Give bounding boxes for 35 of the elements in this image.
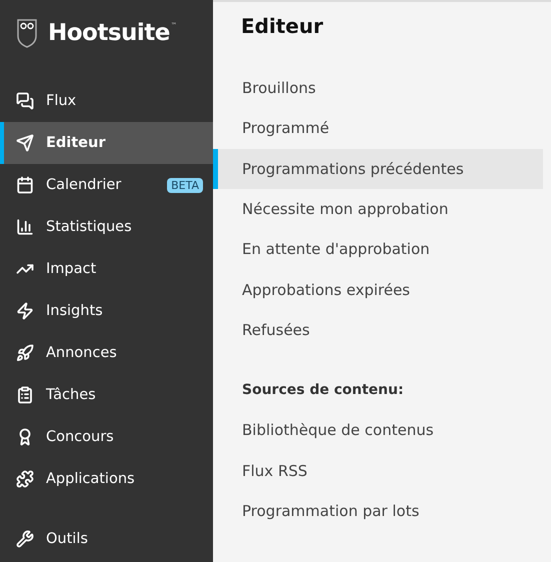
sidebar-item[interactable]: Statistiques (0, 206, 213, 248)
menu-link[interactable]: En attente d'approbation (213, 229, 543, 270)
menu-link[interactable]: Nécessite mon approbation (213, 188, 543, 230)
paper-plane-icon (16, 134, 34, 152)
menu-link[interactable]: Refusées (213, 310, 543, 350)
panel-title: Editeur (241, 14, 324, 38)
clipboard-icon (16, 386, 34, 404)
sidebar-item[interactable]: Calendrier BETA (0, 164, 213, 206)
menu-link[interactable]: Programmations précédentes (213, 148, 543, 189)
chat-bubbles-icon (16, 92, 34, 110)
menu-link[interactable]: Bibliothèque de contenus (213, 410, 543, 450)
bar-chart-icon (16, 218, 34, 236)
sidebar-item[interactable]: Editeur (0, 122, 213, 164)
puzzle-icon (16, 470, 34, 488)
sidebar-item[interactable]: Outils (0, 518, 213, 560)
rocket-icon (16, 344, 34, 362)
sidebar-item[interactable]: Annonces (0, 332, 213, 374)
section-heading: Sources de contenu: (242, 382, 405, 400)
sidebar-item[interactable]: Concours (0, 416, 213, 458)
sidebar-item[interactable]: Insights (0, 290, 213, 332)
sidebar-item[interactable]: Impact (0, 248, 213, 290)
menu-link[interactable]: Approbations expirées (213, 269, 543, 310)
sidebar-item[interactable]: Flux (0, 80, 213, 122)
menu-link[interactable]: Flux RSS (213, 450, 543, 491)
wrench-icon (16, 530, 34, 548)
menu-link[interactable]: Brouillons (213, 68, 543, 108)
menu-link[interactable]: Programmation par lots (213, 490, 543, 531)
sidebar-item[interactable]: Applications (0, 458, 213, 500)
menu-link[interactable]: Programmé (213, 108, 543, 149)
calendar-icon (16, 176, 34, 194)
lightning-icon (16, 302, 34, 320)
brand-name: Hootsuite (48, 20, 170, 46)
beta-badge: BETA (167, 178, 203, 192)
owl-logo-icon (16, 18, 38, 48)
sidebar-item[interactable]: Tâches (0, 374, 213, 416)
